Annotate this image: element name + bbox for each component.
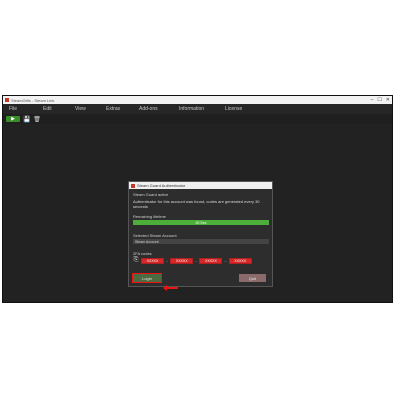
- highlight-arrow: [163, 285, 178, 290]
- menu-license[interactable]: License: [225, 106, 242, 112]
- window-title: SteamGifts - Steam Link: [11, 97, 55, 103]
- codes-heading: 2FA codes: [133, 251, 152, 256]
- code-separator: –: [224, 258, 227, 263]
- menu-edit[interactable]: Edit: [43, 106, 52, 112]
- toolbar: ▶ 💾 🗑: [3, 114, 392, 124]
- code-box-2[interactable]: XXXXX: [170, 257, 194, 264]
- progress-label: 30 Sec: [195, 220, 207, 225]
- save-icon[interactable]: 💾: [23, 116, 30, 123]
- copy-icon[interactable]: ⎘: [133, 257, 139, 264]
- workspace: S M Steam Guard Authenticator Steam Guar…: [3, 124, 392, 302]
- code-separator: –: [166, 258, 169, 263]
- progress-heading: Remaining lifetime: [133, 214, 166, 219]
- code-box-3[interactable]: XXXXX: [199, 257, 223, 264]
- menu-bar: File Edit View Extras Add-ons Informatio…: [3, 104, 392, 114]
- window-titlebar: SteamGifts - Steam Link – ☐ ✕: [3, 96, 392, 104]
- play-icon: ▶: [11, 116, 15, 122]
- dialog-body: Steam Guard active Authenticator for thi…: [129, 189, 272, 284]
- menu-information[interactable]: Information: [179, 106, 204, 112]
- codes-row: ⎘ XXXXX – XXXXX – XXXXX – XXXXX: [133, 257, 252, 264]
- dialog-title: Steam Guard Authenticator: [137, 183, 186, 188]
- lifetime-progress-bar: 30 Sec: [133, 220, 269, 225]
- trash-icon[interactable]: 🗑: [33, 116, 41, 123]
- app-window: SteamGifts - Steam Link – ☐ ✕ File Edit …: [2, 95, 393, 303]
- dialog-titlebar: Steam Guard Authenticator: [129, 182, 272, 189]
- maximize-button[interactable]: ☐: [377, 97, 381, 103]
- login-button[interactable]: Login: [131, 272, 163, 284]
- close-button[interactable]: ✕: [386, 97, 390, 103]
- code-box-1[interactable]: XXXXX: [141, 257, 164, 264]
- menu-file[interactable]: File: [9, 106, 17, 112]
- menu-view[interactable]: View: [75, 106, 86, 112]
- menu-extras[interactable]: Extras: [106, 106, 120, 112]
- status-heading: Steam Guard active: [133, 192, 169, 197]
- menu-addons[interactable]: Add-ons: [139, 106, 158, 112]
- app-icon: [5, 98, 9, 102]
- account-field[interactable]: Steam Account: [133, 239, 269, 244]
- authenticator-dialog: Steam Guard Authenticator Steam Guard ac…: [128, 181, 273, 287]
- dialog-app-icon: [131, 183, 135, 188]
- run-button[interactable]: ▶: [6, 116, 20, 122]
- code-box-4[interactable]: XXXXX: [228, 257, 252, 264]
- quit-button[interactable]: Quit: [239, 274, 266, 282]
- code-separator: –: [195, 258, 198, 263]
- account-heading: Selected Steam Account: [133, 233, 177, 238]
- minimize-button[interactable]: –: [371, 97, 374, 103]
- window-controls: – ☐ ✕: [371, 96, 390, 104]
- status-text: Authenticator for this account was found…: [133, 199, 260, 209]
